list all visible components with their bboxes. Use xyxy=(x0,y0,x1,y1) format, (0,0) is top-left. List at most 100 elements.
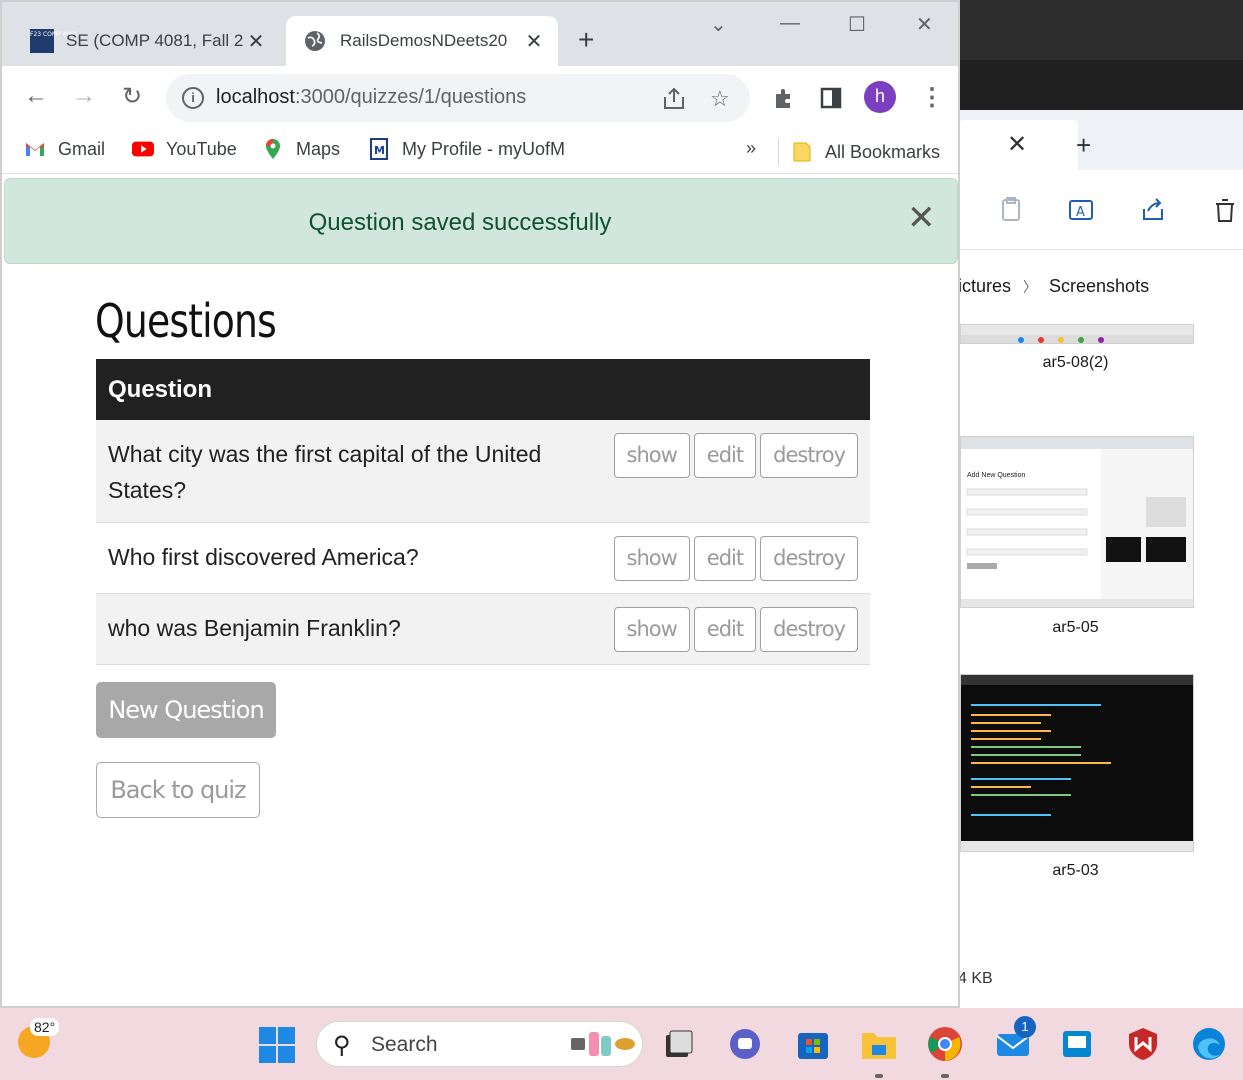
question-text: What city was the first capital of the U… xyxy=(96,420,610,523)
edit-button[interactable]: edit xyxy=(693,607,757,652)
delete-icon[interactable] xyxy=(1210,195,1240,225)
reload-icon[interactable]: ↻ xyxy=(116,82,148,111)
back-to-quiz-button[interactable]: Back to quiz xyxy=(96,762,260,818)
share-icon[interactable] xyxy=(1138,195,1168,225)
temperature: 82° xyxy=(30,1018,60,1036)
uofm-logo-icon: M xyxy=(370,138,388,160)
bookmark-myuofm[interactable]: M My Profile - myUofM xyxy=(368,138,565,160)
running-indicator xyxy=(875,1074,883,1078)
file-name[interactable]: ar5-05 xyxy=(958,619,1193,637)
windows-start-icon[interactable] xyxy=(259,1027,295,1063)
edge-icon[interactable] xyxy=(1190,1025,1228,1063)
close-tab-icon[interactable]: ✕ xyxy=(244,29,268,54)
file-explorer-icon[interactable] xyxy=(860,1025,898,1063)
row-actions: show edit destroy xyxy=(609,522,870,594)
explorer-command-bar: A xyxy=(958,170,1243,250)
show-button[interactable]: show xyxy=(613,433,690,478)
remote-desktop-icon[interactable] xyxy=(1058,1025,1096,1063)
show-button[interactable]: show xyxy=(613,607,690,652)
paste-icon[interactable] xyxy=(996,195,1026,225)
edit-button[interactable]: edit xyxy=(693,433,757,478)
tab-title: RailsDemosNDeets20 xyxy=(340,31,508,50)
taskbar: 82° ⚲ Search xyxy=(0,1008,1243,1080)
tab-rails-demos[interactable]: RailsDemosNDeets20 ✕ xyxy=(286,16,558,66)
tab-se-comp[interactable]: F23 COMP 4081 SE (COMP 4081, Fall 2 ✕ xyxy=(30,16,280,66)
back-arrow-icon[interactable]: ← xyxy=(20,82,52,110)
weather-widget[interactable]: 82° xyxy=(18,1018,60,1058)
bookmark-youtube[interactable]: YouTube xyxy=(132,138,237,160)
file-thumbnail[interactable] xyxy=(960,674,1194,852)
row-actions: show edit destroy xyxy=(609,593,870,665)
task-view-icon[interactable] xyxy=(660,1025,698,1063)
rename-icon[interactable]: A xyxy=(1066,195,1096,225)
destroy-button[interactable]: destroy xyxy=(760,433,858,478)
flash-message: Question saved successfully xyxy=(308,209,612,236)
close-tab-icon[interactable]: ✕ xyxy=(522,29,546,54)
bookmarks-bar: Gmail YouTube Maps M My Profile - myUofM… xyxy=(2,130,958,174)
file-name[interactable]: ar5-03 xyxy=(958,862,1193,880)
running-indicator xyxy=(941,1074,949,1078)
file-thumbnail[interactable] xyxy=(960,324,1194,344)
minimize-icon[interactable]: — xyxy=(780,12,800,35)
bookmark-label: Gmail xyxy=(58,138,106,159)
side-panel-icon[interactable] xyxy=(820,87,842,109)
extensions-icon[interactable] xyxy=(772,86,796,110)
bookmarks-overflow-icon[interactable]: » xyxy=(746,138,756,159)
teams-chat-icon[interactable] xyxy=(726,1025,764,1063)
taskbar-search[interactable]: ⚲ Search xyxy=(316,1021,643,1067)
more-menu-icon[interactable]: ⋮ xyxy=(920,83,944,112)
file-explorer-window: ✕ + A ictures 〉 Screenshots ar5-08(2) Add … xyxy=(958,0,1243,1008)
close-icon[interactable]: ✕ xyxy=(1006,130,1028,158)
tab-strip: F23 COMP 4081 SE (COMP 4081, Fall 2 ✕ Ra… xyxy=(2,2,958,66)
chevron-right-icon: 〉 xyxy=(1023,279,1038,295)
folder-icon xyxy=(793,142,811,162)
url-text[interactable]: localhost:3000/quizzes/1/questions xyxy=(216,86,526,109)
question-text: Who first discovered America? xyxy=(96,522,610,594)
share-icon[interactable] xyxy=(662,88,686,110)
close-window-icon[interactable]: ✕ xyxy=(916,12,933,37)
explorer-tab[interactable]: ✕ xyxy=(958,120,1078,170)
search-placeholder: Search xyxy=(371,1033,438,1056)
mcafee-shield-icon[interactable] xyxy=(1124,1025,1162,1063)
destroy-button[interactable]: destroy xyxy=(760,536,858,581)
column-header-question: Question xyxy=(96,359,870,420)
row-actions: show edit destroy xyxy=(609,420,870,523)
file-thumbnail[interactable]: Add New Question xyxy=(960,436,1194,608)
breadcrumb-item[interactable]: ictures xyxy=(958,276,1011,296)
bookmark-maps[interactable]: Maps xyxy=(262,138,340,160)
address-bar[interactable]: i localhost:3000/quizzes/1/questions ☆ xyxy=(166,74,750,122)
browser-toolbar: ← → ↻ i localhost:3000/quizzes/1/questio… xyxy=(2,66,958,130)
all-bookmarks[interactable]: All Bookmarks xyxy=(778,138,940,166)
explorer-dark-strip xyxy=(958,0,1243,110)
breadcrumb-item[interactable]: Screenshots xyxy=(1049,276,1149,296)
profile-avatar[interactable]: h xyxy=(864,81,896,113)
chrome-icon[interactable] xyxy=(926,1025,964,1063)
youtube-icon xyxy=(132,141,154,157)
bookmark-gmail[interactable]: Gmail xyxy=(24,138,105,160)
file-grid: ar5-08(2) Add New Question ar5-05 ar5-03 xyxy=(958,310,1243,1000)
mail-badge: 1 xyxy=(1014,1016,1036,1038)
svg-text:Add New Question: Add New Question xyxy=(967,472,1025,479)
close-icon[interactable]: ✕ xyxy=(907,201,936,235)
table-row: who was Benjamin Franklin? show edit destr… xyxy=(96,593,870,665)
maximize-icon[interactable]: ☐ xyxy=(848,12,866,37)
new-tab-icon[interactable]: + xyxy=(578,24,594,56)
tab-search-icon[interactable]: ⌄ xyxy=(710,12,727,37)
forward-arrow-icon[interactable]: → xyxy=(68,82,100,110)
bookmark-label: All Bookmarks xyxy=(825,141,941,162)
file-name[interactable]: ar5-08(2) xyxy=(958,354,1193,372)
bookmark-label: My Profile - myUofM xyxy=(402,138,566,159)
edit-button[interactable]: edit xyxy=(693,536,757,581)
new-question-button[interactable]: New Question xyxy=(96,682,276,738)
new-tab-icon[interactable]: + xyxy=(1076,130,1091,161)
show-button[interactable]: show xyxy=(613,536,690,581)
page-title: Questions xyxy=(95,294,277,348)
destroy-button[interactable]: destroy xyxy=(760,607,858,652)
site-info-icon[interactable]: i xyxy=(182,87,204,109)
store-icon[interactable] xyxy=(794,1025,832,1063)
bookmark-star-icon[interactable]: ☆ xyxy=(710,86,730,112)
explorer-tab-bar: ✕ + xyxy=(958,110,1243,170)
globe-icon xyxy=(305,31,325,51)
breadcrumb: ictures 〉 Screenshots xyxy=(958,276,1149,297)
maps-pin-icon xyxy=(266,139,280,159)
